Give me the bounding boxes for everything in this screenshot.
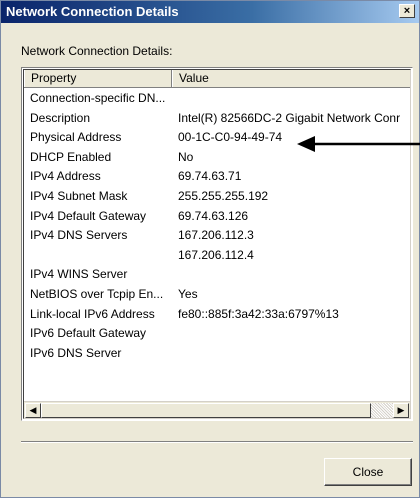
network-connection-details-window: Network Connection Details × Network Con… <box>0 0 420 498</box>
arrow-left-icon <box>297 136 420 152</box>
